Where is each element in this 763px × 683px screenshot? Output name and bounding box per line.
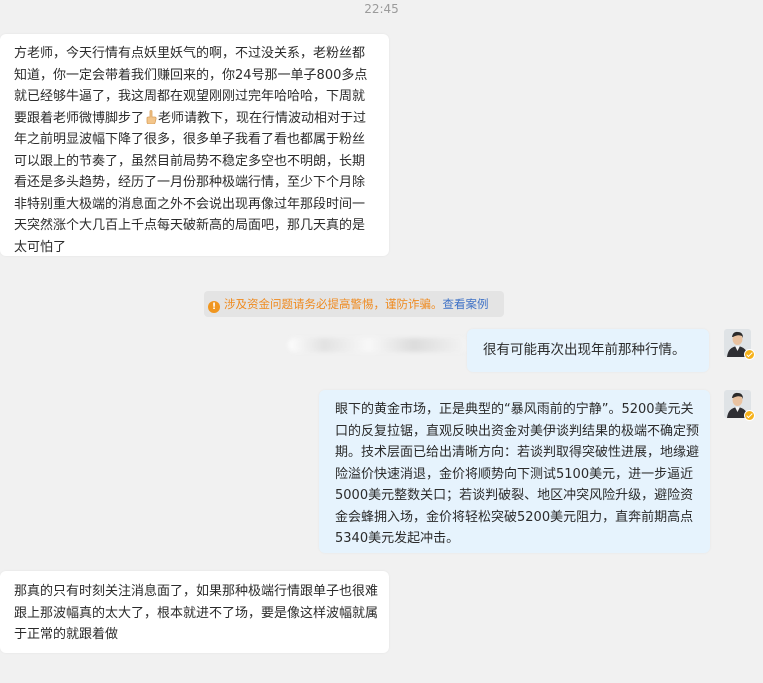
view-cases-link[interactable]: 查看案例 [443,297,489,311]
warning-icon: ! [208,301,220,313]
blurred-content [288,338,468,352]
message-text: 眼下的黄金市场，正是典型的“暴风雨前的宁静”。5200美元关口的反复拉锯，直观反… [335,402,700,546]
incoming-message-bubble[interactable]: 方老师，今天行情有点妖里妖气的啊，不过没关系，老粉丝都知道，你一定会带着我们赚回… [0,34,389,256]
sender-avatar[interactable] [724,390,755,421]
message-text: 很有可能再次出现年前那种行情。 [483,342,686,358]
message-text: 那真的只有时刻关注消息面了，如果那种极端行情跟单子也很难跟上那波幅真的太大了，根… [14,584,379,642]
message-text-continued: 老师请教下，现在行情波动相对于过年之前明显波幅下降了很多，很多单子我看了看也都属… [14,110,367,255]
verified-badge-icon [744,349,755,360]
verified-badge-icon [744,410,755,421]
warning-text: 涉及资金问题请务必提高警惕，谨防诈骗。 [224,297,443,311]
message-timestamp: 22:45 [364,2,399,16]
pointing-up-emoji-icon [145,109,157,124]
chat-window: 22:45 方老师，今天行情有点妖里妖气的啊，不过没关系，老粉丝都知道，你一定会… [0,0,763,683]
outgoing-message-bubble[interactable]: 很有可能再次出现年前那种行情。 [467,329,709,372]
incoming-message-bubble[interactable]: 那真的只有时刻关注消息面了，如果那种极端行情跟单子也很难跟上那波幅真的太大了，根… [0,571,389,653]
fraud-warning-notice: ! 涉及资金问题请务必提高警惕，谨防诈骗。查看案例 [204,291,504,317]
sender-avatar[interactable] [724,329,755,360]
outgoing-message-bubble[interactable]: 眼下的黄金市场，正是典型的“暴风雨前的宁静”。5200美元关口的反复拉锯，直观反… [319,390,710,553]
